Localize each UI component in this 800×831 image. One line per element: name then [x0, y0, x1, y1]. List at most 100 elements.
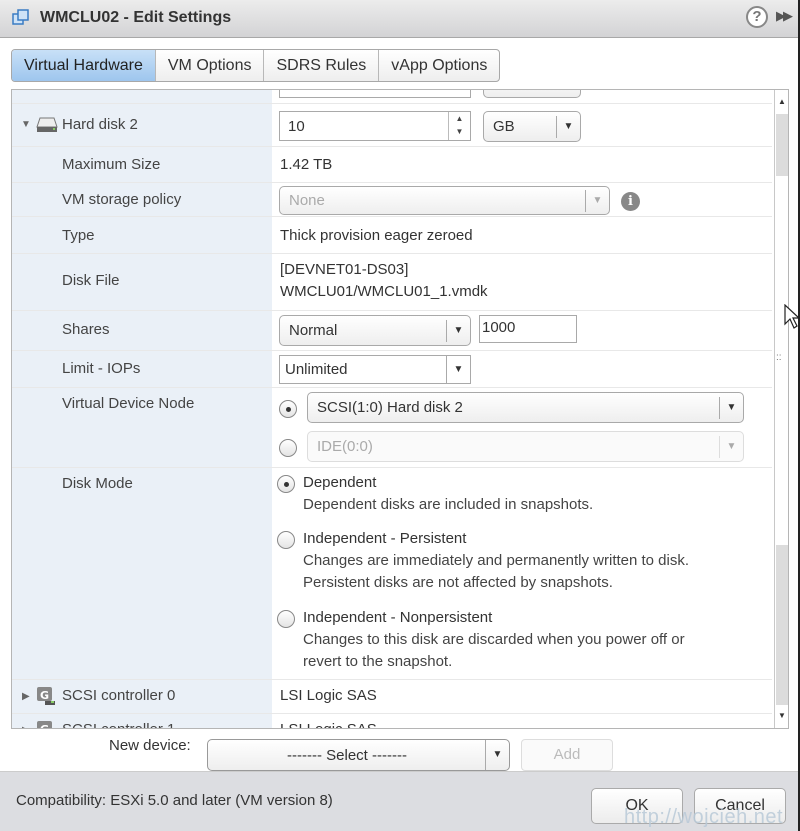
disk-file-path: WMCLU01/WMCLU01_1.vmdk	[280, 283, 488, 300]
scsi-controller-1-row: ▶ G SCSI controller 1 LSI Logic SAS	[12, 714, 772, 729]
scrollbar-track-top[interactable]	[776, 114, 788, 176]
type-label: Type	[62, 227, 95, 244]
storage-policy-label: VM storage policy	[62, 191, 182, 208]
expand-caret-icon[interactable]: ▶	[22, 691, 30, 702]
type-row: Type Thick provision eager zeroed	[12, 217, 772, 254]
disk-file-label: Disk File	[62, 272, 120, 289]
chevron-down-icon: ▼	[719, 397, 743, 419]
dialog-title: WMCLU02 - Edit Settings	[40, 9, 232, 26]
maximum-size-row: Maximum Size 1.42 TB	[12, 147, 772, 183]
chevron-down-icon: ▼	[446, 320, 470, 342]
tab-virtual-hardware[interactable]: Virtual Hardware	[12, 50, 156, 81]
scsi-controller-1-value: LSI Logic SAS	[280, 721, 377, 728]
shares-value-input[interactable]: 1000	[479, 315, 577, 343]
compatibility-text: Compatibility: ESXi 5.0 and later (VM ve…	[16, 792, 333, 809]
add-device-button[interactable]: Add	[521, 739, 613, 771]
new-device-select-value: ------- Select -------	[287, 747, 407, 764]
expand-icon[interactable]: ▶▶	[776, 8, 793, 24]
hardware-list: ▼ Hard disk 2 10 ▲ ▼ GB ▼ Maximum Size 1.…	[11, 89, 789, 729]
storage-policy-select[interactable]: None ▼	[279, 186, 610, 215]
disk-size-input[interactable]: 10 ▲ ▼	[279, 111, 471, 141]
svg-text:G: G	[40, 689, 49, 702]
vdn-ide-value: IDE(0:0)	[317, 438, 373, 455]
hard-disk-icon	[36, 117, 58, 132]
vdn-ide-select[interactable]: IDE(0:0) ▼	[307, 431, 744, 462]
svg-text:G: G	[40, 723, 49, 729]
chevron-down-icon: ▼	[719, 436, 743, 458]
scsi-controller-icon: G	[37, 687, 55, 705]
limit-iops-label: Limit - IOPs	[62, 360, 141, 377]
disk-mode-persistent-radio[interactable]	[277, 531, 295, 549]
chevron-down-icon: ▼	[446, 356, 470, 383]
hard-disk-1-unit-select[interactable]	[483, 90, 581, 98]
scsi-controller-0-row: ▶ G SCSI controller 0 LSI Logic SAS	[12, 680, 772, 714]
storage-policy-row: VM storage policy None ▼ i	[12, 183, 772, 217]
disk-unit-value: GB	[493, 118, 515, 135]
shares-row: Shares Normal ▼ 1000	[12, 311, 772, 351]
new-device-select[interactable]: ------- Select ------- ▼	[207, 739, 510, 771]
hard-disk-1-size-input[interactable]	[279, 90, 471, 98]
edit-settings-dialog: WMCLU02 - Edit Settings ? ▶▶ Virtual Har…	[0, 0, 800, 831]
disk-mode-nonpersistent-radio[interactable]	[277, 610, 295, 628]
virtual-device-node-row: Virtual Device Node SCSI(1:0) Hard disk …	[12, 388, 772, 468]
storage-policy-value: None	[289, 192, 325, 209]
tab-vm-options[interactable]: VM Options	[156, 50, 265, 81]
limit-iops-value: Unlimited	[285, 361, 348, 378]
expand-caret-icon[interactable]: ▶	[22, 725, 30, 728]
disk-mode-nonpersistent-title[interactable]: Independent - Nonpersistent	[303, 609, 492, 626]
hard-disk-1-row-partial	[12, 90, 772, 104]
scsi-controller-icon: G	[37, 721, 52, 729]
tab-vapp-options[interactable]: vApp Options	[379, 50, 499, 81]
scsi-controller-1-label: SCSI controller 1	[62, 721, 175, 728]
disk-mode-row: Disk Mode Dependent Dependent disks are …	[12, 468, 772, 680]
scsi-controller-0-label: SCSI controller 0	[62, 687, 176, 704]
info-icon[interactable]: i	[621, 192, 640, 211]
scrollbar-track-bottom[interactable]	[776, 545, 788, 705]
tab-sdrs-rules[interactable]: SDRS Rules	[264, 50, 380, 81]
vdn-scsi-value: SCSI(1:0) Hard disk 2	[317, 399, 463, 416]
limit-iops-row: Limit - IOPs Unlimited ▼	[12, 351, 772, 388]
maximum-size-label: Maximum Size	[62, 156, 161, 173]
shares-level-value: Normal	[289, 322, 338, 339]
chevron-down-icon: ▼	[556, 116, 580, 138]
type-value: Thick provision eager zeroed	[280, 227, 473, 244]
disk-size-value: 10	[288, 118, 305, 135]
disk-mode-persistent-title[interactable]: Independent - Persistent	[303, 530, 466, 547]
hard-disk-2-row: ▼ Hard disk 2 10 ▲ ▼ GB ▼	[12, 104, 772, 147]
new-device-label: New device:	[109, 737, 191, 754]
disk-unit-select[interactable]: GB ▼	[483, 111, 581, 142]
hard-disk-2-label: Hard disk 2	[62, 116, 138, 133]
disk-mode-dependent-title[interactable]: Dependent	[303, 474, 376, 491]
mouse-cursor-icon	[784, 304, 800, 329]
vm-icon	[12, 9, 29, 25]
vdn-ide-radio[interactable]	[279, 439, 297, 457]
disk-mode-persistent-desc-1: Changes are immediately and permanently …	[303, 552, 690, 569]
resize-grip-icon[interactable]: ::	[776, 353, 782, 363]
scroll-down-arrow-icon[interactable]: ▼	[775, 706, 788, 726]
scsi-controller-0-value: LSI Logic SAS	[280, 687, 377, 704]
chevron-down-icon: ▼	[485, 740, 509, 770]
vdn-scsi-select[interactable]: SCSI(1:0) Hard disk 2 ▼	[307, 392, 744, 423]
limit-iops-select[interactable]: Unlimited ▼	[279, 355, 471, 384]
watermark-text: http://wojcieh.net	[624, 806, 784, 828]
disk-mode-dependent-radio[interactable]	[277, 475, 295, 493]
disk-mode-dependent-desc: Dependent disks are included in snapshot…	[303, 496, 594, 513]
disk-file-datastore: [DEVNET01-DS03]	[280, 261, 409, 278]
chevron-down-icon: ▼	[585, 190, 609, 212]
scroll-up-arrow-icon[interactable]: ▲	[775, 92, 788, 112]
disk-mode-persistent-desc-2: Persistent disks are not affected by sna…	[303, 574, 613, 591]
disk-mode-nonpersistent-desc-2: revert to the snapshot.	[303, 653, 453, 670]
disk-size-spinner[interactable]: ▲ ▼	[448, 112, 470, 140]
virtual-device-node-label: Virtual Device Node	[62, 395, 195, 412]
shares-level-select[interactable]: Normal ▼	[279, 315, 471, 346]
disk-file-row: Disk File [DEVNET01-DS03] WMCLU01/WMCLU0…	[12, 254, 772, 311]
collapse-caret-icon[interactable]: ▼	[21, 119, 31, 130]
help-icon[interactable]: ?	[746, 6, 768, 28]
vdn-scsi-radio[interactable]	[279, 400, 297, 418]
vertical-scrollbar[interactable]: ▲ ▼	[774, 90, 788, 728]
tab-bar: Virtual Hardware VM Options SDRS Rules v…	[11, 49, 501, 82]
maximum-size-value: 1.42 TB	[280, 156, 333, 173]
shares-value: 1000	[482, 319, 516, 336]
disk-mode-nonpersistent-desc-1: Changes to this disk are discarded when …	[303, 631, 685, 648]
shares-label: Shares	[62, 321, 110, 338]
